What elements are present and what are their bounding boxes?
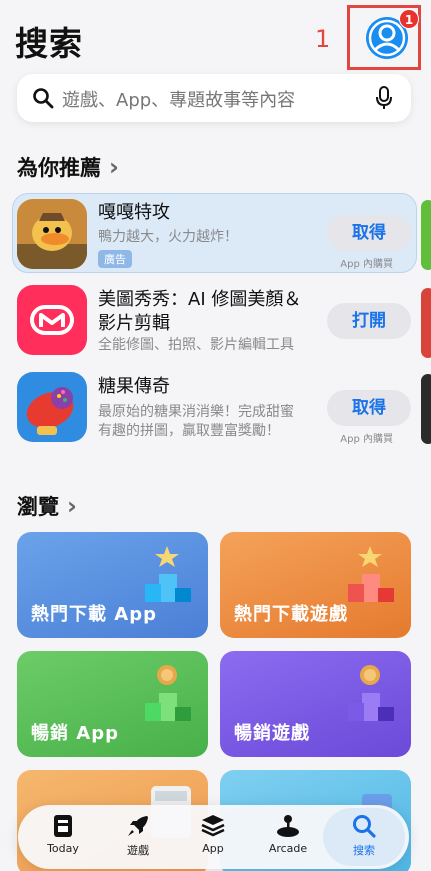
chevron-right-icon: › <box>109 153 119 181</box>
browse-header[interactable]: 瀏覽 › <box>17 491 77 521</box>
section-title: 為你推薦 <box>17 156 101 180</box>
section-title: 瀏覽 <box>17 495 59 519</box>
list-item-app-3[interactable]: 糖果傳奇 最原始的糖果消消樂！完成甜蜜 有趣的拼圖，贏取豐富獎勵！ 取得 App… <box>17 366 417 448</box>
tile-label: 暢銷 App <box>31 723 119 744</box>
stack-icon <box>201 815 225 837</box>
tab-search[interactable]: 搜索 <box>334 813 394 863</box>
tab-label: 遊戲 <box>127 844 149 857</box>
podium-coin-icon <box>348 665 394 721</box>
today-icon <box>54 815 72 837</box>
chevron-right-icon: › <box>67 492 77 520</box>
tile-top-free-games[interactable]: 熱門下載遊戲 <box>220 532 411 638</box>
app-icon-candy <box>17 372 87 442</box>
tile-top-grossing-apps[interactable]: 暢銷 App <box>17 651 208 757</box>
tab-label: 搜索 <box>353 844 375 857</box>
tab-today[interactable]: Today <box>33 813 93 863</box>
app-subtitle: 全能修圖、拍照、影片編輯工具 <box>98 337 294 353</box>
list-item-app-1[interactable]: 嘎嘎特攻 鴨力越大，火力越炸！ 廣告 取得 App 內購買 <box>17 193 417 275</box>
tile-label: 熱門下載 App <box>31 604 157 625</box>
tab-bar: Today 遊戲 App Arcade 搜索 <box>18 805 409 869</box>
tab-arcade[interactable]: Arcade <box>258 813 318 863</box>
search-input[interactable]: 遊戲、App、專題故事等內容 <box>62 86 295 112</box>
app-name-line2: 影片剪輯 <box>98 313 170 334</box>
next-app-preview <box>421 374 431 444</box>
get-button[interactable]: 取得 <box>327 390 411 426</box>
recommended-header[interactable]: 為你推薦 › <box>17 152 119 182</box>
profile-button[interactable]: 1 <box>347 5 421 70</box>
microphone-icon[interactable] <box>375 86 393 110</box>
search-icon <box>353 815 376 838</box>
ad-badge: 廣告 <box>98 250 132 268</box>
page-title: 搜索 <box>15 24 83 63</box>
podium-star-icon <box>348 546 394 602</box>
open-button[interactable]: 打開 <box>327 303 411 339</box>
podium-coin-icon <box>145 665 191 721</box>
app-subtitle-line2: 有趣的拼圖，贏取豐富獎勵！ <box>98 423 280 439</box>
tab-label: Arcade <box>268 842 308 855</box>
next-app-preview <box>421 288 431 358</box>
app-icon-duck <box>17 199 87 269</box>
tile-top-grossing-games[interactable]: 暢銷遊戲 <box>220 651 411 757</box>
joystick-icon <box>277 815 299 837</box>
app-subtitle-line1: 最原始的糖果消消樂！完成甜蜜 <box>98 404 294 420</box>
next-app-preview <box>421 200 431 270</box>
list-item-app-2[interactable]: 美圖秀秀：AI 修圖美顏＆ 影片剪輯 全能修圖、拍照、影片編輯工具 打開 <box>17 279 417 361</box>
tile-top-free-apps[interactable]: 熱門下載 App <box>17 532 208 638</box>
annotation-number: 1 <box>315 25 331 53</box>
tab-label: Today <box>47 842 79 855</box>
tab-apps[interactable]: App <box>183 813 243 863</box>
tile-label: 暢銷遊戲 <box>234 723 310 744</box>
header: 搜索 1 1 <box>0 0 431 75</box>
notification-badge: 1 <box>399 9 419 29</box>
get-button[interactable]: 取得 <box>327 215 411 251</box>
search-icon <box>33 88 54 109</box>
rocket-icon <box>128 816 148 836</box>
app-name: 糖果傳奇 <box>98 376 170 397</box>
tile-label: 熱門下載遊戲 <box>234 604 348 625</box>
app-subtitle: 鴨力越大，火力越炸！ <box>98 229 238 245</box>
app-name-line1: 美圖秀秀：AI 修圖美顏＆ <box>98 289 302 310</box>
in-app-purchase-note: App 內購買 <box>340 434 393 445</box>
app-name: 嘎嘎特攻 <box>98 202 170 223</box>
in-app-purchase-note: App 內購買 <box>340 259 393 270</box>
search-bar[interactable]: 遊戲、App、專題故事等內容 <box>17 74 411 122</box>
tab-label: App <box>202 842 224 855</box>
tab-games[interactable]: 遊戲 <box>108 813 168 863</box>
app-icon-meitu <box>17 285 87 355</box>
